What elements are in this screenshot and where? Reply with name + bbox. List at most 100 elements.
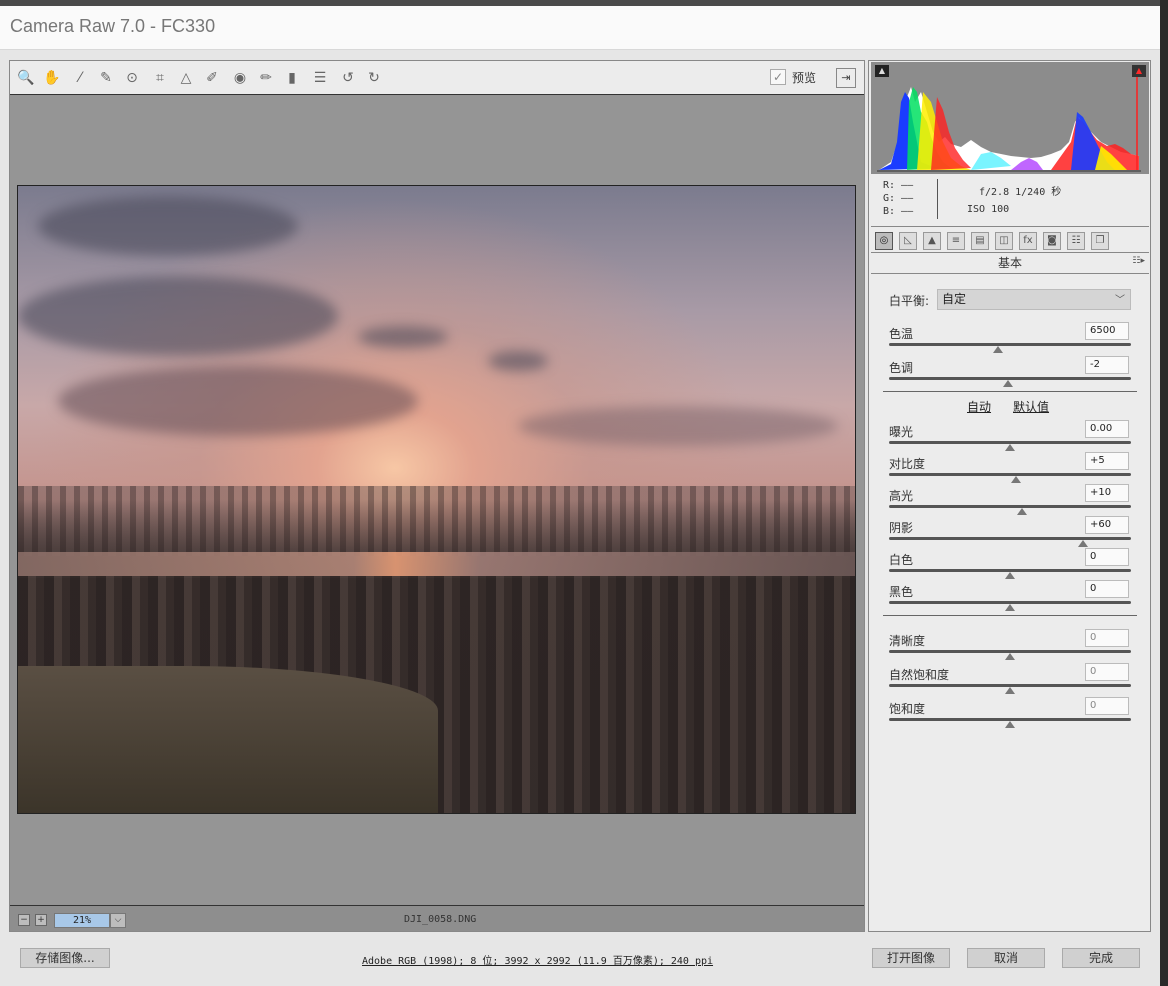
slider-row: 色温 6500 <box>889 322 1133 355</box>
divider <box>883 615 1137 616</box>
hand-icon[interactable]: ✋ <box>42 68 62 88</box>
window-edge <box>1160 0 1168 986</box>
slider-row: 自然饱和度 0 <box>889 663 1133 696</box>
open-image-button[interactable]: 打开图像 <box>872 948 950 968</box>
exposure-info: f/2.8 1/240 秒 <box>979 187 1062 198</box>
preferences-icon[interactable]: ☰ <box>310 68 330 88</box>
slider-value-input[interactable]: 0 <box>1085 697 1129 715</box>
window-title: Camera Raw 7.0 - FC330 <box>10 16 216 36</box>
cancel-button[interactable]: 取消 <box>967 948 1045 968</box>
slider-thumb[interactable] <box>1005 572 1015 579</box>
targeted-adjustment-icon[interactable]: ⊙ <box>122 68 142 88</box>
slider-value-input[interactable]: +60 <box>1085 516 1129 534</box>
straighten-icon[interactable]: △ <box>176 68 196 88</box>
chevron-down-icon[interactable]: ﹀ <box>1115 291 1125 306</box>
preview-checkbox[interactable]: ✓ <box>770 69 786 85</box>
spot-removal-icon[interactable]: ✐ <box>202 68 222 88</box>
slider-row: 对比度 +5 <box>889 452 1133 485</box>
color-sampler-icon[interactable]: ✎ <box>96 68 116 88</box>
fullscreen-icon[interactable]: ⇥ <box>836 68 856 88</box>
tab-lens-corrections-icon[interactable]: ◫ <box>995 232 1013 250</box>
slider-thumb[interactable] <box>1011 476 1022 483</box>
slider-label: 色温 <box>889 327 914 341</box>
photo-preview[interactable] <box>17 185 856 814</box>
info-divider <box>937 179 938 219</box>
slider-thumb[interactable] <box>1005 604 1015 611</box>
zoom-in-button[interactable]: + <box>35 914 47 926</box>
slider-label: 饱和度 <box>889 702 926 716</box>
tab-presets-icon[interactable]: ☷ <box>1067 232 1085 250</box>
save-image-button[interactable]: 存储图像... <box>20 948 110 968</box>
zoom-dropdown-icon[interactable]: ⌵ <box>110 913 126 928</box>
slider-thumb[interactable] <box>992 346 1003 353</box>
preview-label: 预览 <box>792 71 817 85</box>
slider-track[interactable] <box>889 537 1131 540</box>
white-balance-select[interactable]: 自定 <box>937 289 1131 310</box>
iso-info: ISO 100 <box>967 204 1010 215</box>
slider-thumb[interactable] <box>1005 444 1015 451</box>
slider-label: 阴影 <box>889 521 914 535</box>
slider-track[interactable] <box>889 473 1131 476</box>
tab-tone-curve-icon[interactable]: ◺ <box>899 232 917 250</box>
highlight-clipping-icon[interactable]: ▲ <box>1132 65 1146 77</box>
rotate-left-icon[interactable]: ↺ <box>338 68 358 88</box>
tab-snapshots-icon[interactable]: ❐ <box>1091 232 1109 250</box>
rotate-right-icon[interactable]: ↻ <box>364 68 384 88</box>
slider-value-input[interactable]: 0.00 <box>1085 420 1129 438</box>
slider-row: 色调 -2 <box>889 356 1133 389</box>
bottom-bar: 存储图像... Adobe RGB (1998); 8 位; 3992 x 29… <box>0 932 1160 986</box>
slider-value-input[interactable]: 0 <box>1085 548 1129 566</box>
divider <box>883 391 1137 392</box>
workflow-options-link[interactable]: Adobe RGB (1998); 8 位; 3992 x 2992 (11.9… <box>362 952 713 967</box>
slider-thumb[interactable] <box>1017 508 1028 515</box>
shadow-clipping-icon[interactable]: ▲ <box>875 65 889 77</box>
panel-menu-icon[interactable]: ☷▸ <box>1132 256 1145 266</box>
toolbar: 🔍 ✋ ⁄ ✎ ⊙ ⌗ △ ✐ ◉ ✏ ▮ ☰ ↺ ↻ ✓ 预览 ⇥ <box>10 61 864 95</box>
slider-value-input[interactable]: 0 <box>1085 580 1129 598</box>
slider-value-input[interactable]: 6500 <box>1085 322 1129 340</box>
tab-basic-icon[interactable]: ◎ <box>875 232 893 250</box>
done-button[interactable]: 完成 <box>1062 948 1140 968</box>
slider-thumb[interactable] <box>1005 721 1015 728</box>
tab-effects-icon[interactable]: fx <box>1019 232 1037 250</box>
tab-camera-calibration-icon[interactable]: ◙ <box>1043 232 1061 250</box>
zoom-level[interactable]: 21% <box>54 913 110 928</box>
slider-track[interactable] <box>889 505 1131 508</box>
slider-thumb[interactable] <box>1005 687 1015 694</box>
red-readout: R: —— <box>883 180 914 191</box>
slider-value-input[interactable]: 0 <box>1085 629 1129 647</box>
default-link[interactable]: 默认值 <box>1013 398 1049 415</box>
slider-label: 对比度 <box>889 457 926 471</box>
zoom-icon[interactable]: 🔍 <box>16 68 36 88</box>
slider-row: 曝光 0.00 <box>889 420 1133 453</box>
slider-value-input[interactable]: +5 <box>1085 452 1129 470</box>
slider-label: 色调 <box>889 361 914 375</box>
slider-value-input[interactable]: -2 <box>1085 356 1129 374</box>
white-balance-icon[interactable]: ⁄ <box>70 68 90 88</box>
graduated-filter-icon[interactable]: ▮ <box>282 68 302 88</box>
zoom-out-button[interactable]: − <box>18 914 30 926</box>
slider-label: 黑色 <box>889 585 914 599</box>
slider-value-input[interactable]: 0 <box>1085 663 1129 681</box>
slider-thumb[interactable] <box>1002 380 1013 387</box>
slider-track[interactable] <box>889 343 1131 346</box>
slider-thumb[interactable] <box>1077 540 1088 547</box>
slider-row: 黑色 0 <box>889 580 1133 613</box>
slider-thumb[interactable] <box>1005 653 1015 660</box>
panel-tabs: ◎ ◺ ▲ ≡ ▤ ◫ fx ◙ ☷ ❐ <box>871 229 1149 253</box>
histogram: ▲ ▲ <box>871 62 1149 174</box>
crop-icon[interactable]: ⌗ <box>150 68 170 88</box>
slider-label: 清晰度 <box>889 634 926 648</box>
adjustment-brush-icon[interactable]: ✏ <box>256 68 276 88</box>
tab-split-toning-icon[interactable]: ▤ <box>971 232 989 250</box>
panel-header: 基本 ☷▸ <box>871 254 1149 274</box>
slider-label: 自然饱和度 <box>889 668 950 682</box>
slider-value-input[interactable]: +10 <box>1085 484 1129 502</box>
red-eye-icon[interactable]: ◉ <box>230 68 250 88</box>
tab-detail-icon[interactable]: ▲ <box>923 232 941 250</box>
tab-hsl-icon[interactable]: ≡ <box>947 232 965 250</box>
auto-link[interactable]: 自动 <box>967 398 991 415</box>
image-canvas[interactable] <box>10 96 864 904</box>
slider-row: 清晰度 0 <box>889 629 1133 662</box>
white-balance-label: 白平衡: <box>889 294 930 308</box>
